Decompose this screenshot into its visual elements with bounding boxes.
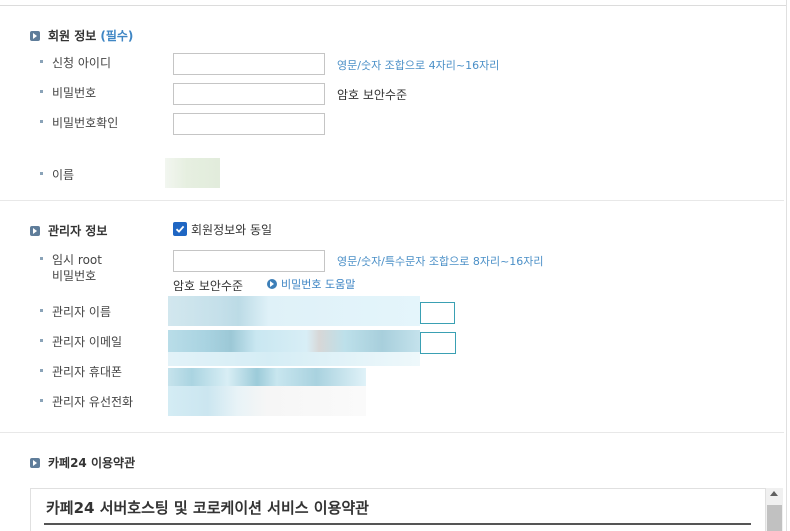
- label-dot: [40, 309, 43, 312]
- right-border: [786, 0, 787, 531]
- label-dot: [40, 339, 43, 342]
- id-label: 신청 아이디: [40, 55, 111, 71]
- id-input[interactable]: [173, 53, 325, 75]
- admin-email-input[interactable]: [420, 332, 456, 354]
- terms-header: 카페24 이용약관: [30, 454, 135, 471]
- section-bullet-icon: [30, 30, 40, 41]
- terms-box-title: 카페24 서버호스팅 및 코로케이션 서비스 이용약관: [46, 499, 369, 517]
- admin-mobile-redacted: [168, 368, 366, 386]
- admin-mobile-label: 관리자 휴대폰: [40, 364, 122, 380]
- label-dot: [40, 90, 43, 93]
- member-info-header: 회원 정보 (필수): [30, 27, 133, 44]
- section-bullet-icon: [30, 225, 40, 236]
- temp-root-password-input[interactable]: [173, 250, 325, 272]
- label-dot: [40, 369, 43, 372]
- password-label: 비밀번호: [40, 85, 96, 101]
- label-dot: [40, 257, 43, 260]
- name-value-redacted: [165, 158, 220, 188]
- same-as-member-label[interactable]: 회원정보와 동일: [191, 221, 272, 238]
- label-dot: [40, 120, 43, 123]
- section-bullet-icon: [30, 457, 40, 468]
- label-dot: [40, 399, 43, 402]
- checkmark-icon: [175, 225, 185, 233]
- id-hint: 영문/숫자 조합으로 4자리~16자리: [337, 59, 500, 72]
- play-circle-icon: [267, 279, 277, 289]
- member-info-title: 회원 정보: [48, 29, 97, 43]
- section-divider: [0, 432, 784, 433]
- admin-name-label: 관리자 이름: [40, 304, 111, 320]
- password-input[interactable]: [173, 83, 325, 105]
- label-dot: [40, 172, 43, 175]
- admin-info-header: 관리자 정보: [30, 222, 107, 239]
- section-divider: [0, 200, 784, 201]
- terms-section-title: 카페24 이용약관: [48, 456, 136, 470]
- terms-title-rule: [44, 523, 751, 525]
- admin-email-redacted-lower: [168, 352, 420, 366]
- temp-root-hint: 영문/숫자/특수문자 조합으로 8자리~16자리: [337, 255, 544, 268]
- password-confirm-input[interactable]: [173, 113, 325, 135]
- password-strength: 암호 보안수준: [337, 88, 408, 102]
- required-tag: (필수): [100, 29, 134, 43]
- same-as-member-checkbox[interactable]: [173, 222, 187, 236]
- admin-name-redacted: [168, 296, 420, 326]
- password-help-link[interactable]: 비밀번호 도움말: [267, 276, 355, 292]
- label-dot: [40, 60, 43, 63]
- admin-email-label: 관리자 이메일: [40, 334, 122, 350]
- temp-root-strength: 암호 보안수준: [173, 279, 244, 293]
- password-confirm-label: 비밀번호확인: [40, 115, 118, 131]
- top-divider: [0, 5, 786, 6]
- admin-email-redacted: [168, 330, 420, 352]
- admin-phone-redacted: [168, 386, 366, 416]
- name-label: 이름: [40, 167, 74, 183]
- admin-phone-label: 관리자 유선전화: [40, 394, 133, 410]
- admin-info-title: 관리자 정보: [48, 224, 108, 238]
- caret-up-icon[interactable]: [770, 491, 778, 496]
- temp-root-password-label: 임시 root 비밀번호: [40, 252, 102, 284]
- scrollbar-thumb[interactable]: [767, 505, 782, 531]
- admin-name-input[interactable]: [420, 302, 455, 324]
